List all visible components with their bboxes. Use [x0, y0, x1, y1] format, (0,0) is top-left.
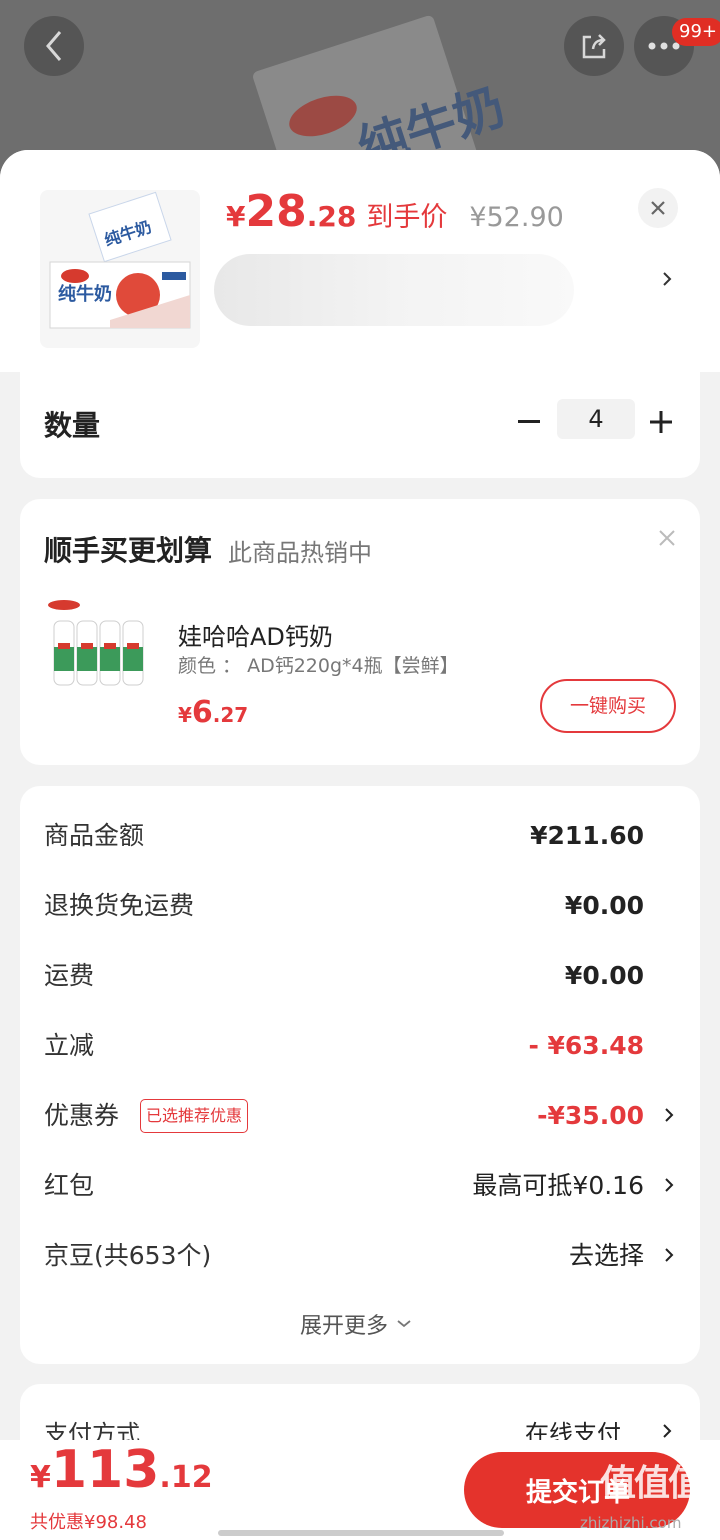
product-header: 纯牛奶 纯牛奶 ¥ 28 .28 到手价 ¥52.90 — [0, 150, 720, 372]
one-click-buy-button[interactable]: 一键购买 — [540, 679, 676, 733]
summary-label: 优惠券 — [44, 1101, 120, 1130]
summary-row-return-shipping: 退换货免运费 ¥0.00 — [44, 886, 676, 926]
expand-more-label: 展开更多 — [300, 1314, 389, 1339]
summary-value: - ¥63.48 — [528, 1031, 644, 1060]
chevron-right-icon[interactable] — [660, 268, 674, 290]
summary-row-shipping: 运费 ¥0.00 — [44, 956, 676, 996]
summary-row-goods-amount: 商品金额 ¥211.60 — [44, 816, 676, 856]
share-button[interactable] — [564, 16, 624, 76]
more-dots-icon — [648, 42, 680, 50]
summary-row-red-packet[interactable]: 红包 最高可抵¥0.16 — [44, 1166, 676, 1206]
watermark-text: zhizhizhi.com — [580, 1514, 682, 1532]
upsell-price-currency: ¥ — [178, 703, 192, 727]
summary-value: ¥0.00 — [564, 961, 644, 990]
summary-value: ¥211.60 — [530, 821, 644, 850]
chevron-down-icon — [397, 1320, 411, 1328]
quantity-decrease-button[interactable] — [516, 402, 542, 442]
price-decimal: .28 — [306, 200, 357, 233]
quantity-label: 数量 — [44, 409, 101, 442]
upsell-subtitle: 此商品热销中 — [228, 539, 372, 567]
blurred-address[interactable] — [214, 254, 574, 326]
upsell-price-integer: 6 — [191, 695, 213, 730]
total-decimal: .12 — [159, 1460, 213, 1495]
summary-value: -¥35.00 — [537, 1101, 644, 1130]
close-icon — [651, 201, 665, 215]
summary-value: 去选择 — [568, 1241, 644, 1270]
share-icon — [582, 34, 606, 59]
final-price-label: 到手价 — [366, 202, 448, 233]
summary-row-instant-discount: 立减 - ¥63.48 — [44, 1026, 676, 1066]
summary-value: ¥0.00 — [564, 891, 644, 920]
coupon-selected-badge: 已选推荐优惠 — [140, 1099, 249, 1133]
chevron-right-icon — [663, 1424, 672, 1438]
summary-row-coupon[interactable]: 优惠券 已选推荐优惠 -¥35.00 — [44, 1096, 676, 1136]
upsell-product-spec: 颜色 ： AD钙220g*4瓶【尝鲜】 — [178, 655, 459, 677]
plus-icon — [650, 411, 672, 433]
order-sheet: 纯牛奶 纯牛奶 ¥ 28 .28 到手价 ¥52.90 数量 4 顺手买更划算 … — [0, 150, 720, 1540]
summary-label: 京豆(共653个) — [44, 1241, 212, 1270]
total-saving: 共优惠¥98.48 — [30, 1512, 147, 1533]
summary-label: 立减 — [44, 1031, 95, 1060]
upsell-card: 顺手买更划算 此商品热销中 娃哈哈AD钙奶 颜色 ： AD钙220g*4瓶【尝鲜… — [20, 499, 700, 765]
summary-label: 运费 — [44, 961, 95, 990]
watermark-logo: 值值值 — [600, 1463, 704, 1504]
home-indicator[interactable] — [218, 1530, 504, 1536]
total-integer: 113 — [50, 1440, 160, 1500]
price-currency: ¥ — [226, 200, 246, 233]
price-integer: 28 — [245, 186, 307, 237]
upsell-price: ¥ 6 .27 — [178, 695, 248, 730]
milk-box-image: 纯牛奶 纯牛奶 — [49, 191, 191, 329]
expand-more-button[interactable]: 展开更多 — [300, 1308, 414, 1340]
price-row: ¥ 28 .28 到手价 ¥52.90 — [226, 186, 564, 237]
original-price: ¥52.90 — [469, 202, 564, 233]
total-price: ¥ 113 .12 — [30, 1440, 213, 1500]
quantity-increase-button[interactable] — [648, 402, 674, 442]
upsell-title: 顺手买更划算 — [44, 534, 213, 567]
price-summary-card: 商品金额 ¥211.60 退换货免运费 ¥0.00 运费 ¥0.00 立减 - … — [20, 786, 700, 1364]
checkout-bar: ¥ 113 .12 共优惠¥98.48 提交订单 值值值 zhizhizhi.c… — [0, 1440, 720, 1540]
chevron-right-icon — [665, 1248, 674, 1262]
chevron-left-icon — [46, 31, 62, 61]
svg-text:纯牛奶: 纯牛奶 — [58, 283, 112, 305]
upsell-product-name[interactable]: 娃哈哈AD钙奶 — [178, 617, 333, 652]
close-icon[interactable] — [656, 527, 678, 549]
product-thumbnail[interactable]: 纯牛奶 纯牛奶 — [40, 190, 200, 348]
minus-icon — [518, 420, 540, 423]
quantity-card: 数量 4 — [20, 372, 700, 478]
summary-value: 最高可抵¥0.16 — [472, 1171, 644, 1200]
upsell-price-decimal: .27 — [212, 703, 249, 727]
close-sheet-button[interactable] — [638, 188, 678, 228]
chevron-right-icon — [665, 1178, 674, 1192]
summary-label: 商品金额 — [44, 821, 145, 850]
chevron-right-icon — [665, 1108, 674, 1122]
summary-label: 退换货免运费 — [44, 891, 195, 920]
back-button[interactable] — [24, 16, 84, 76]
summary-row-jingdou[interactable]: 京豆(共653个) 去选择 — [44, 1236, 676, 1276]
message-badge: 99+ — [672, 18, 720, 46]
total-currency: ¥ — [30, 1460, 51, 1495]
quantity-input[interactable]: 4 — [557, 399, 635, 439]
ad-milk-image[interactable] — [44, 599, 154, 695]
summary-label: 红包 — [44, 1171, 95, 1200]
